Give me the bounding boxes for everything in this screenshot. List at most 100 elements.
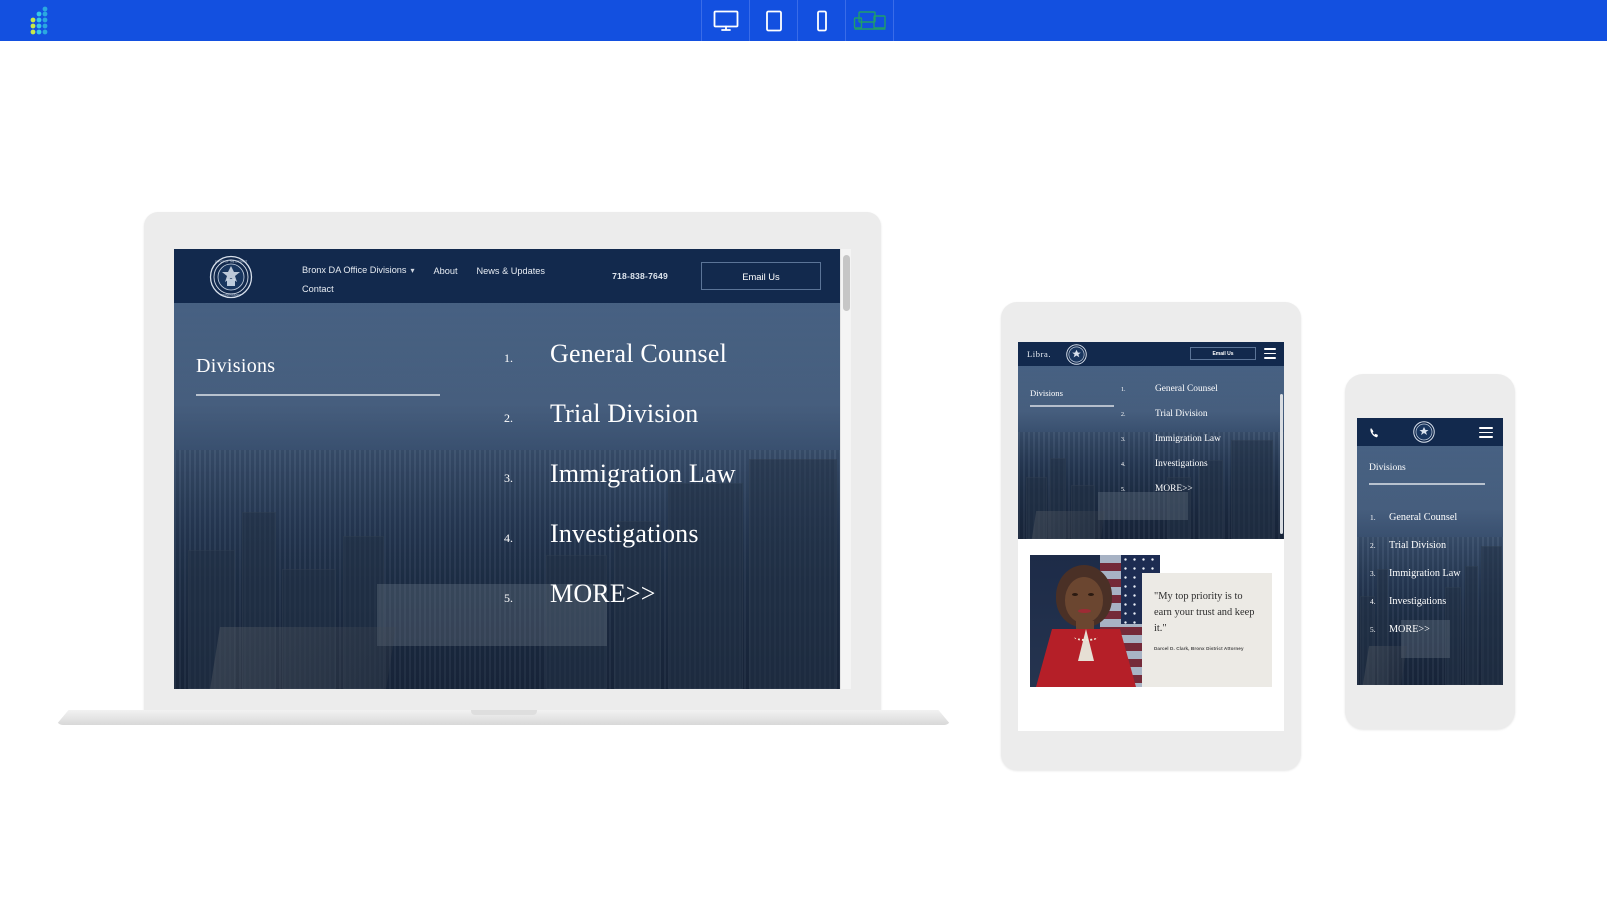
divisions-heading-block: Divisions bbox=[1030, 388, 1130, 407]
title-underline bbox=[1369, 483, 1485, 485]
list-item[interactable]: 1. General Counsel bbox=[1370, 512, 1500, 523]
divisions-heading-block: Divisions bbox=[1369, 462, 1489, 485]
roadway bbox=[1031, 511, 1106, 539]
quote-attribution: Darcel D. Clark, Bronx District Attorney bbox=[1154, 646, 1244, 651]
list-item-number: 1. bbox=[504, 351, 513, 365]
list-item-number: 2. bbox=[504, 411, 513, 425]
website-mobile: Divisions 1. General Counsel 2. Trial Di… bbox=[1357, 418, 1503, 685]
district-attorney-portrait bbox=[1030, 555, 1160, 687]
list-item[interactable]: 2. Trial Division bbox=[1121, 409, 1271, 419]
list-item-label: Investigations bbox=[550, 519, 699, 548]
hero-section: Divisions 1. General Counsel 2. Trial Di… bbox=[1357, 446, 1503, 685]
page-title: Divisions bbox=[1369, 462, 1406, 473]
email-us-button[interactable]: Email Us bbox=[701, 262, 821, 290]
divisions-list: 1. General Counsel 2. Trial Division 3. … bbox=[1121, 384, 1271, 509]
laptop-trackpad-notch bbox=[471, 710, 537, 715]
list-item[interactable]: 4. Investigations bbox=[1121, 459, 1271, 469]
dot-grid-logo[interactable] bbox=[24, 4, 58, 38]
list-item-number: 3. bbox=[1121, 437, 1126, 443]
site-header bbox=[1357, 418, 1503, 446]
device-button-tablet[interactable] bbox=[749, 0, 798, 41]
list-item-number: 2. bbox=[1121, 412, 1126, 418]
list-item[interactable]: 2. Trial Division bbox=[1370, 540, 1500, 551]
title-underline bbox=[196, 394, 440, 396]
list-item[interactable]: 1. General Counsel bbox=[504, 339, 834, 369]
chevron-down-icon: ▾ bbox=[410, 266, 415, 275]
nav-item-news-updates[interactable]: News & Updates bbox=[477, 262, 545, 280]
brand-wordmark: Libra. bbox=[1027, 349, 1052, 359]
svg-text:OFFICE OF THE DISTRICT: OFFICE OF THE DISTRICT bbox=[215, 260, 248, 264]
tablet-preview: Libra. Email Us Divisions 1. General Cou… bbox=[1001, 302, 1301, 770]
list-item-number: 1. bbox=[1370, 513, 1376, 522]
hamburger-menu-icon[interactable] bbox=[1264, 348, 1276, 359]
divisions-heading-block: Divisions bbox=[196, 355, 444, 396]
device-preview-switcher bbox=[701, 0, 894, 41]
list-item[interactable]: 1. General Counsel bbox=[1121, 384, 1271, 394]
divisions-list: 1. General Counsel 2. Trial Division 3. … bbox=[504, 339, 834, 639]
list-item-number: 3. bbox=[1370, 569, 1376, 578]
website-desktop: OFFICE OF THE DISTRICT BRONX COUNTY Bron… bbox=[174, 249, 851, 689]
bronx-da-seal-icon bbox=[1413, 421, 1435, 443]
hero-section: Divisions 1. General Counsel 2. Trial Di… bbox=[1018, 366, 1284, 539]
bronx-da-seal-icon bbox=[1066, 344, 1087, 365]
mobile-screen: Divisions 1. General Counsel 2. Trial Di… bbox=[1357, 418, 1503, 685]
list-item-number: 1. bbox=[1121, 387, 1126, 393]
roadway bbox=[1362, 646, 1407, 685]
quote-card: "My top priority is to earn your trust a… bbox=[1030, 555, 1272, 687]
nav-item-contact[interactable]: Contact bbox=[302, 284, 334, 294]
phone-icon[interactable] bbox=[1369, 426, 1381, 438]
list-item-number: 3. bbox=[504, 471, 513, 485]
laptop-preview: OFFICE OF THE DISTRICT BRONX COUNTY Bron… bbox=[56, 212, 951, 782]
list-item[interactable]: 3. Immigration Law bbox=[1370, 568, 1500, 579]
site-header: OFFICE OF THE DISTRICT BRONX COUNTY Bron… bbox=[174, 249, 851, 303]
portrait-face bbox=[1065, 577, 1103, 623]
tablet-screen: Libra. Email Us Divisions 1. General Cou… bbox=[1018, 342, 1284, 731]
page-title: Divisions bbox=[196, 355, 276, 377]
list-item-label: Trial Division bbox=[1155, 409, 1208, 419]
site-phone-number[interactable]: 718-838-7649 bbox=[612, 271, 668, 281]
hero-section: Divisions 1. General Counsel 2. Trial Di… bbox=[174, 303, 851, 689]
list-item-label: MORE>> bbox=[550, 579, 656, 608]
device-button-desktop[interactable] bbox=[701, 0, 750, 41]
list-item[interactable]: 3. Immigration Law bbox=[1121, 434, 1271, 444]
list-item[interactable]: 5. MORE>> bbox=[1370, 624, 1500, 635]
nav-item-about[interactable]: About bbox=[434, 262, 458, 280]
site-header: Libra. Email Us bbox=[1018, 342, 1284, 366]
bronx-da-seal-icon: OFFICE OF THE DISTRICT BRONX COUNTY bbox=[209, 255, 253, 299]
site-nav: Bronx DA Office Divisions ▾ About News & … bbox=[302, 261, 642, 298]
roadway bbox=[209, 626, 396, 689]
list-item[interactable]: 5. MORE>> bbox=[1121, 484, 1271, 494]
list-item-label: Immigration Law bbox=[550, 459, 736, 488]
portrait-lips bbox=[1078, 609, 1091, 613]
list-item[interactable]: 3. Immigration Law bbox=[504, 459, 834, 489]
list-item-number: 5. bbox=[1370, 625, 1376, 634]
scrollbar-thumb[interactable] bbox=[1280, 394, 1283, 534]
svg-text:BRONX COUNTY: BRONX COUNTY bbox=[221, 293, 242, 297]
list-item-label: Immigration Law bbox=[1389, 568, 1461, 579]
list-item[interactable]: 4. Investigations bbox=[1370, 596, 1500, 607]
divisions-list: 1. General Counsel 2. Trial Division 3. … bbox=[1370, 512, 1500, 652]
hamburger-menu-icon[interactable] bbox=[1479, 427, 1493, 438]
device-button-all-devices[interactable] bbox=[845, 0, 894, 41]
vertical-scrollbar[interactable] bbox=[840, 249, 851, 689]
list-item-label: General Counsel bbox=[1389, 512, 1458, 523]
device-button-mobile[interactable] bbox=[797, 0, 846, 41]
list-item-label: MORE>> bbox=[1389, 624, 1430, 635]
portrait-eye-right bbox=[1088, 593, 1094, 596]
list-item-label: MORE>> bbox=[1155, 484, 1193, 494]
device-preview-stage: OFFICE OF THE DISTRICT BRONX COUNTY Bron… bbox=[0, 41, 1607, 924]
quote-section: "My top priority is to earn your trust a… bbox=[1018, 539, 1284, 731]
list-item-label: Trial Division bbox=[550, 399, 699, 428]
email-us-button[interactable]: Email Us bbox=[1190, 347, 1256, 360]
website-tablet: Libra. Email Us Divisions 1. General Cou… bbox=[1018, 342, 1284, 731]
list-item[interactable]: 2. Trial Division bbox=[504, 399, 834, 429]
laptop-screen: OFFICE OF THE DISTRICT BRONX COUNTY Bron… bbox=[174, 249, 851, 689]
list-item[interactable]: 5. MORE>> bbox=[504, 579, 834, 609]
list-item-label: General Counsel bbox=[1155, 384, 1218, 394]
list-item-number: 5. bbox=[504, 591, 513, 605]
list-item[interactable]: 4. Investigations bbox=[504, 519, 834, 549]
nav-item-divisions[interactable]: Bronx DA Office Divisions ▾ bbox=[302, 261, 415, 280]
list-item-number: 5. bbox=[1121, 487, 1126, 493]
quote-text-panel: "My top priority is to earn your trust a… bbox=[1142, 573, 1272, 687]
scrollbar-thumb[interactable] bbox=[843, 255, 850, 311]
